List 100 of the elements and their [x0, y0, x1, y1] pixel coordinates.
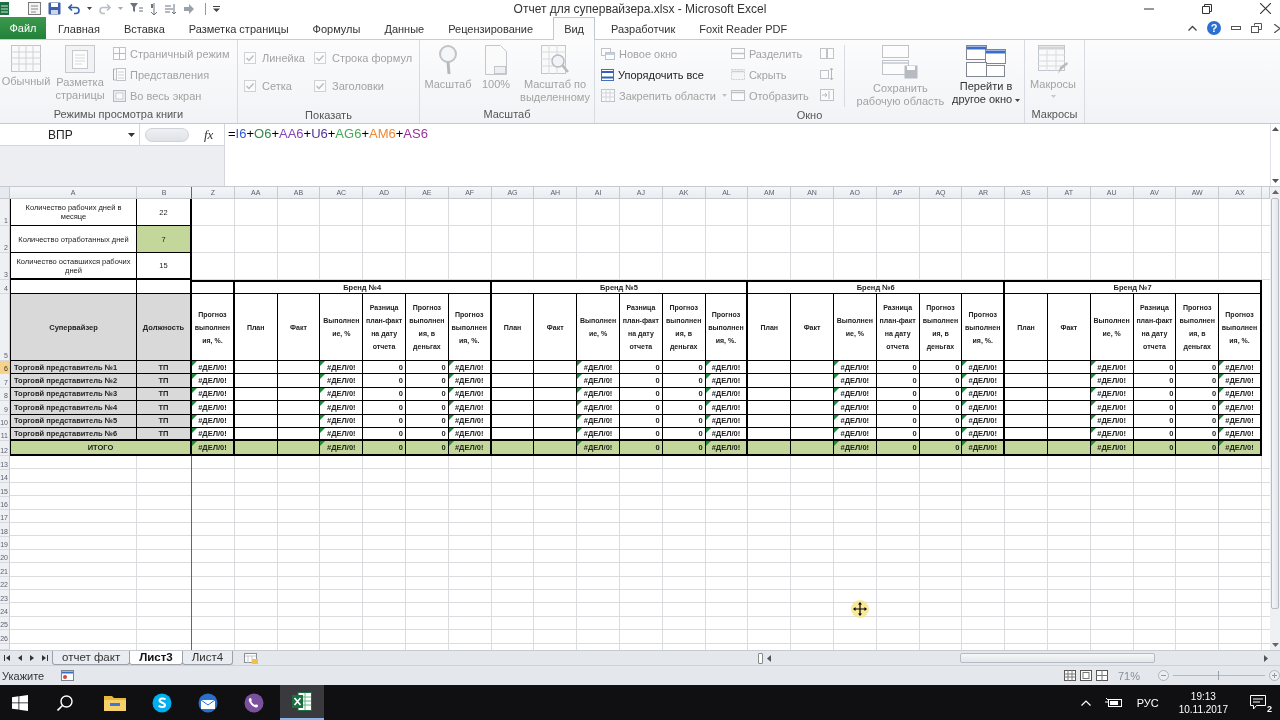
table-cell	[1005, 441, 1047, 455]
table-cell	[277, 441, 320, 455]
folder-icon[interactable]	[104, 694, 126, 711]
table-cell	[1047, 441, 1090, 455]
scrollbar-thumb[interactable]	[1271, 198, 1279, 609]
close-icon[interactable]	[1260, 3, 1271, 14]
document-icon[interactable]	[28, 2, 41, 15]
clock[interactable]: 19:13 10.11.2017	[1178, 689, 1228, 716]
chevron-up-icon[interactable]	[1188, 25, 1197, 31]
sheet-tab[interactable]: отчет факт	[52, 651, 131, 665]
pane-grid-icon[interactable]	[1095, 670, 1108, 681]
page-icon	[65, 45, 95, 73]
group-label: Окно	[795, 108, 824, 123]
caret-icon	[1050, 95, 1056, 98]
save-icon[interactable]	[48, 2, 61, 15]
table-cell	[791, 441, 833, 455]
grid-magnifier-icon	[541, 45, 569, 75]
undo-icon[interactable]	[68, 2, 80, 15]
ribbon-tab[interactable]: Формулы	[300, 17, 373, 40]
spreadsheet-icon	[292, 692, 312, 711]
ribbon-tab[interactable]: Вставка	[111, 17, 177, 40]
help-button[interactable]: ?	[1207, 21, 1221, 35]
caret-icon	[1015, 98, 1021, 102]
scroll-right-icon[interactable]	[1264, 654, 1268, 662]
group-label: Режимы просмотра книги	[52, 107, 185, 122]
ribbon-button[interactable]: Перейти в другое окно	[948, 43, 1024, 106]
windows-logo-icon[interactable]	[12, 694, 28, 711]
phone-icon[interactable]	[244, 692, 264, 713]
scrollbar-thumb[interactable]	[960, 653, 1155, 663]
split-handle[interactable]	[758, 652, 763, 664]
grid-icon[interactable]	[1063, 670, 1076, 681]
ribbon-tab[interactable]: Рецензирование	[436, 17, 546, 40]
framed-square-icon[interactable]	[1079, 670, 1092, 681]
caret-icon[interactable]	[87, 7, 92, 10]
ribbon-tab[interactable]: Вид	[553, 17, 596, 40]
cursor-icon	[851, 600, 869, 618]
table-cell	[748, 441, 791, 455]
window-title: Отчет для супервайзера.xlsx - Microsoft Excel	[513, 1, 767, 16]
caret-right-icon[interactable]	[30, 655, 34, 661]
search-icon[interactable]	[57, 694, 73, 711]
group-label: Макросы	[1030, 107, 1079, 122]
new-sheet-icon[interactable]	[244, 653, 259, 664]
ribbon-tab[interactable]: Данные	[372, 17, 437, 40]
status-text: Укажите	[2, 669, 45, 682]
scroll-up-icon[interactable]	[1271, 190, 1279, 194]
scroll-down-icon[interactable]	[1272, 179, 1279, 183]
ribbon-button[interactable]: Упорядочить все	[599, 64, 729, 85]
table-cell	[491, 441, 534, 455]
chevron-right-icon[interactable]	[1274, 23, 1280, 33]
skip-right-icon[interactable]	[42, 655, 48, 661]
restore-icon[interactable]	[1251, 23, 1262, 33]
windows-icon	[601, 47, 615, 60]
notifications-button[interactable]: 2	[1250, 691, 1272, 714]
scroll-left-icon[interactable]	[767, 654, 771, 662]
pane-grid-icon	[113, 47, 126, 60]
ribbon-tab[interactable]: Главная	[46, 17, 112, 40]
scroll-up-icon[interactable]	[1272, 127, 1279, 131]
windows-icon	[966, 45, 1007, 77]
caret-icon	[128, 132, 135, 137]
stacked-bars-icon	[601, 68, 614, 81]
caret-left-icon[interactable]	[18, 655, 22, 661]
filter-icon[interactable]	[130, 3, 143, 14]
sheet-tab[interactable]: Лист3	[129, 651, 183, 665]
bar-caret-icon[interactable]	[213, 5, 220, 12]
magnifier-icon	[437, 45, 459, 75]
ribbon-tab[interactable]: Разработчик	[599, 17, 688, 40]
group-label: Масштаб	[482, 107, 532, 122]
screen-icon	[113, 89, 126, 102]
arrow-icon[interactable]	[184, 3, 194, 14]
restore-icon[interactable]	[1202, 3, 1212, 14]
file-tab[interactable]: Файл	[0, 17, 46, 39]
grid-icon	[601, 89, 615, 102]
caret-icon	[721, 94, 727, 97]
document-icon	[113, 68, 126, 81]
sort-icon[interactable]	[150, 2, 158, 15]
minimize-icon[interactable]	[1231, 26, 1241, 30]
record-icon[interactable]	[61, 670, 75, 681]
speech-bubble-icon	[1250, 695, 1266, 710]
ribbon-tab[interactable]: Foxit Reader PDF	[687, 17, 800, 40]
sheet-tab[interactable]: Лист4	[181, 651, 234, 665]
ribbon-tab[interactable]: Разметка страницы	[176, 17, 301, 40]
scroll-down-icon[interactable]	[1271, 643, 1279, 647]
grid-pen-icon	[1038, 45, 1068, 75]
dashed-window-icon	[730, 69, 745, 80]
group-label: Показать	[304, 108, 353, 123]
taskbar-active-item[interactable]	[280, 685, 324, 720]
insert-function-button[interactable]: fx	[202, 126, 216, 143]
sort-icon[interactable]	[165, 2, 177, 15]
chat-icon[interactable]	[152, 692, 172, 713]
window-icon	[730, 90, 745, 101]
battery-icon[interactable]	[1104, 697, 1123, 708]
split-window-icon	[730, 48, 745, 59]
resize-handle[interactable]	[145, 127, 189, 142]
page-icon	[485, 45, 507, 75]
mail-icon[interactable]	[197, 692, 219, 713]
formula-field[interactable]: =I6+O6+AA6+U6+AG6+AM6+AS6	[224, 124, 1270, 186]
table-cell	[534, 441, 577, 455]
language-indicator[interactable]: РУС	[1136, 696, 1159, 709]
grid-icon	[11, 45, 41, 72]
skip-left-icon[interactable]	[4, 655, 10, 661]
